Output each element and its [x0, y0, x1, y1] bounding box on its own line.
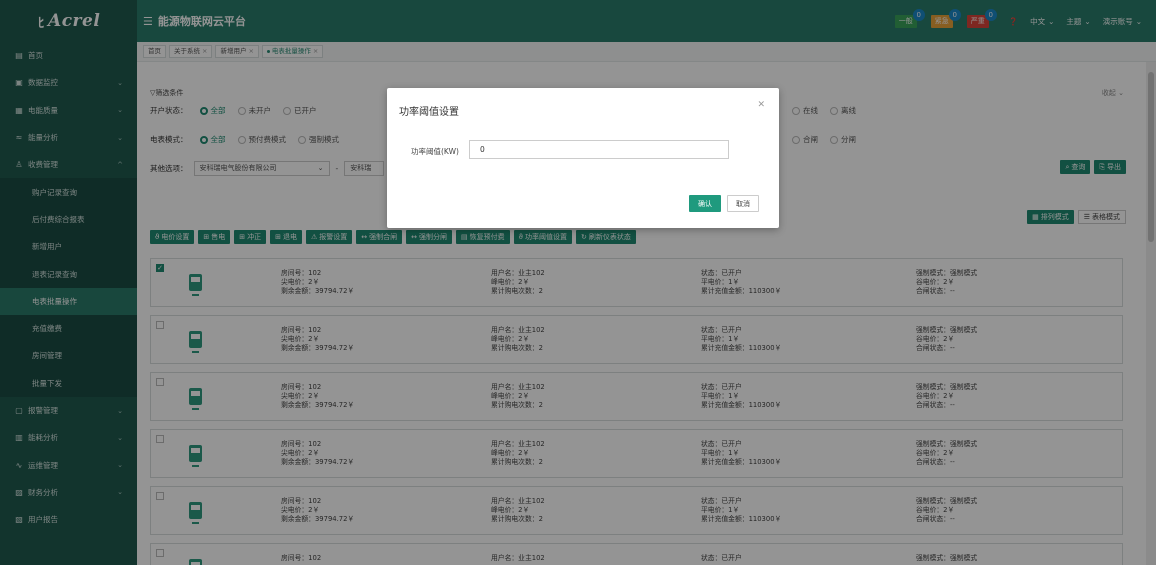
app-root: ﾋ Acrel ▤ 首页 ▣ 数据监控 ⌄ ▦ 电能质量 ⌄ ≈ 能量分析 ⌄ ♙ 收费管理 ^ 购户记录查询…: [0, 0, 1156, 565]
modal-overlay[interactable]: [0, 0, 1156, 565]
confirm-button[interactable]: 确认: [689, 195, 721, 212]
cancel-button[interactable]: 取消: [727, 195, 759, 212]
dialog-title: 功率阈值设置: [399, 107, 459, 118]
power-threshold-input[interactable]: [469, 140, 729, 159]
power-threshold-label: 功率阈值(KW): [411, 147, 459, 156]
close-icon[interactable]: ✕: [757, 100, 765, 110]
power-threshold-dialog: 功率阈值设置 ✕ 功率阈值(KW) 确认 取消: [387, 88, 779, 228]
